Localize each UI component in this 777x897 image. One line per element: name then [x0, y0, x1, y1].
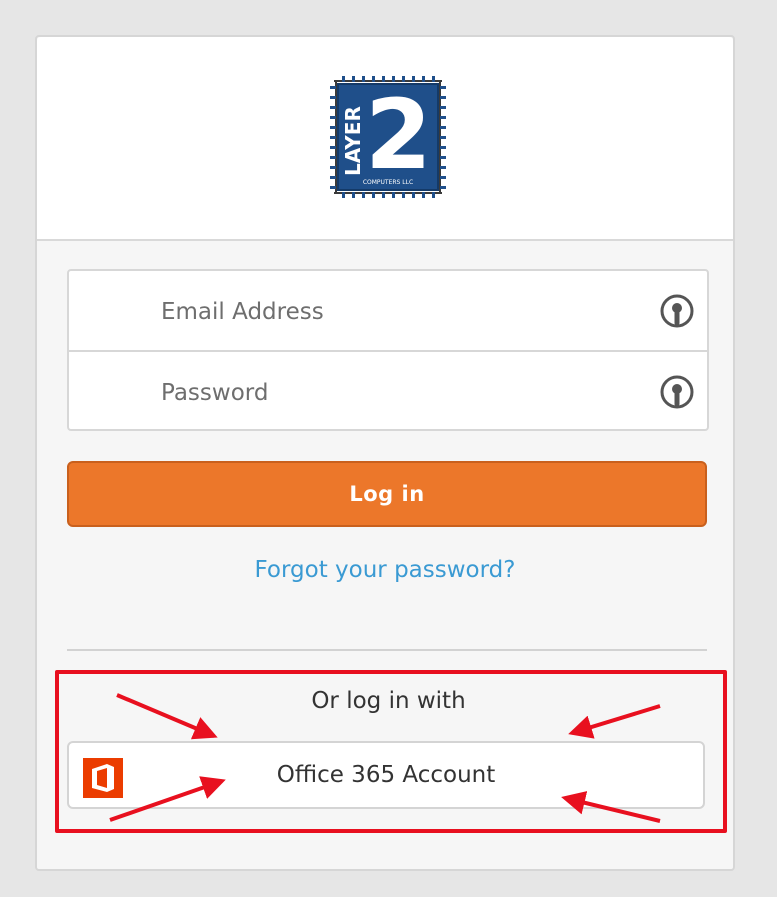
logo-brand-text: 2: [365, 79, 432, 191]
or-login-with-label: Or log in with: [311, 688, 466, 714]
divider: [67, 649, 707, 651]
forgot-password-link[interactable]: Forgot your password?: [37, 557, 733, 583]
email-row: [69, 271, 707, 352]
email-input[interactable]: [159, 271, 643, 352]
password-input[interactable]: [159, 352, 643, 433]
office365-login-button[interactable]: Office 365 Account: [67, 741, 705, 809]
logo-vertical-text: LAYER: [341, 106, 365, 176]
password-row: [69, 352, 707, 433]
logo-sub-text: COMPUTERS LLC: [363, 179, 413, 186]
credentials-group: [67, 269, 709, 433]
login-button[interactable]: Log in: [67, 461, 707, 527]
office365-label: Office 365 Account: [276, 762, 496, 788]
key-icon: [660, 375, 694, 409]
logo-header: LAYER 2 COMPUTERS LLC: [37, 37, 733, 241]
key-icon: [660, 294, 694, 328]
layer2-logo: LAYER 2 COMPUTERS LLC: [330, 76, 446, 198]
